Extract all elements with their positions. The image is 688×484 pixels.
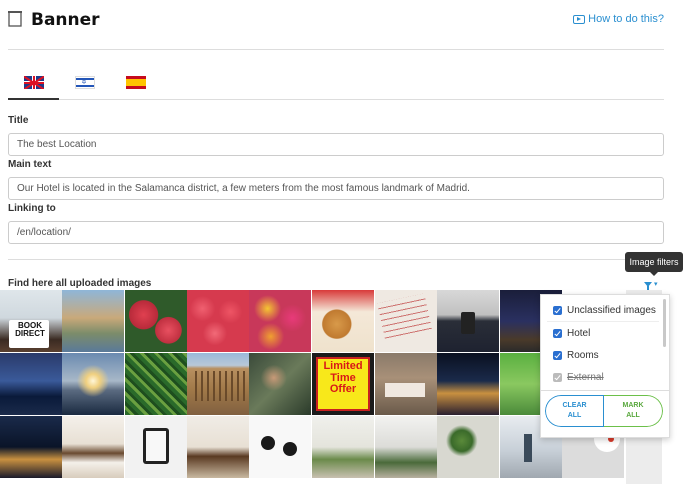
banner-icon: [8, 11, 22, 27]
image-tile[interactable]: [375, 290, 437, 352]
image-tile[interactable]: [125, 353, 187, 415]
tab-hebrew[interactable]: ✡: [59, 70, 110, 100]
checkbox-checked-icon[interactable]: [553, 329, 562, 338]
tab-spanish[interactable]: [110, 70, 161, 100]
image-tile[interactable]: [0, 353, 62, 415]
checkbox-disabled-icon: [553, 373, 562, 382]
divider: [541, 390, 669, 391]
filter-option-external: External: [553, 372, 604, 383]
divider: [547, 321, 659, 322]
help-link-label: How to do this?: [588, 13, 664, 25]
filter-actions: CLEAR ALL MARK ALL: [545, 395, 663, 427]
image-grid: BOOK DIRECT Limited Time Offer: [0, 290, 626, 484]
filter-option-label: Rooms: [567, 350, 599, 361]
image-tile[interactable]: [0, 416, 62, 478]
image-tile[interactable]: [249, 353, 311, 415]
tab-english[interactable]: [8, 70, 59, 100]
filter-option-unclassified[interactable]: Unclassified images: [553, 305, 656, 316]
image-tile[interactable]: [187, 353, 249, 415]
linking-label: Linking to: [8, 203, 56, 214]
divider: [8, 49, 664, 50]
image-tile[interactable]: [62, 290, 124, 352]
filter-option-label: External: [567, 372, 604, 383]
checkbox-checked-icon[interactable]: [553, 306, 562, 315]
image-tile[interactable]: [375, 353, 437, 415]
image-filters-panel: Unclassified images Hotel Rooms External…: [540, 294, 670, 438]
image-tile[interactable]: [437, 353, 499, 415]
book-direct-text: BOOK DIRECT: [15, 321, 45, 339]
video-icon: [573, 14, 586, 24]
image-tile[interactable]: [312, 416, 374, 478]
language-tabs: ✡: [8, 70, 664, 100]
title-label: Title: [8, 115, 29, 126]
linking-input[interactable]: /en/location/: [8, 221, 664, 244]
panel-scrollbar[interactable]: [663, 299, 666, 347]
image-tile[interactable]: [62, 353, 124, 415]
filter-option-label: Unclassified images: [567, 305, 656, 316]
image-tile[interactable]: [125, 290, 187, 352]
image-tile[interactable]: [437, 416, 499, 478]
filter-option-label: Hotel: [567, 328, 591, 339]
filter-option-hotel[interactable]: Hotel: [553, 328, 590, 339]
main-text-input[interactable]: Our Hotel is located in the Salamanca di…: [8, 177, 664, 200]
divider: [8, 259, 664, 260]
image-tile[interactable]: [249, 416, 311, 478]
page-title: Banner: [31, 10, 100, 30]
spain-flag-icon: [125, 76, 146, 89]
image-tile[interactable]: Limited Time Offer: [312, 353, 374, 415]
image-tile[interactable]: [187, 416, 249, 478]
uk-flag-icon: [23, 76, 44, 89]
checkbox-checked-icon[interactable]: [553, 351, 562, 360]
image-tile[interactable]: [125, 416, 187, 478]
image-tile[interactable]: BOOK DIRECT: [0, 290, 62, 352]
image-tile[interactable]: [312, 290, 374, 352]
help-link[interactable]: How to do this?: [573, 13, 664, 25]
limited-offer-text: Limited Time Offer: [323, 360, 363, 396]
filter-option-rooms[interactable]: Rooms: [553, 350, 599, 361]
image-tile[interactable]: [375, 416, 437, 478]
image-tile[interactable]: [62, 416, 124, 478]
filter-icon: [644, 281, 652, 291]
filter-tooltip: Image filters: [625, 252, 683, 276]
image-tile[interactable]: [437, 290, 499, 352]
main-text-label: Main text: [8, 159, 52, 170]
chevron-down-icon: ▾: [654, 281, 658, 288]
page-header: Banner How to do this?: [0, 0, 688, 48]
image-tile[interactable]: [249, 290, 311, 352]
israel-flag-icon: ✡: [74, 76, 95, 89]
image-tile[interactable]: [187, 290, 249, 352]
mark-all-button[interactable]: MARK ALL: [604, 395, 663, 427]
clear-all-button[interactable]: CLEAR ALL: [545, 395, 604, 427]
images-section-label: Find here all uploaded images: [8, 278, 152, 289]
image-filter-button[interactable]: ▾: [644, 278, 664, 291]
title-input[interactable]: The best Location: [8, 133, 664, 156]
